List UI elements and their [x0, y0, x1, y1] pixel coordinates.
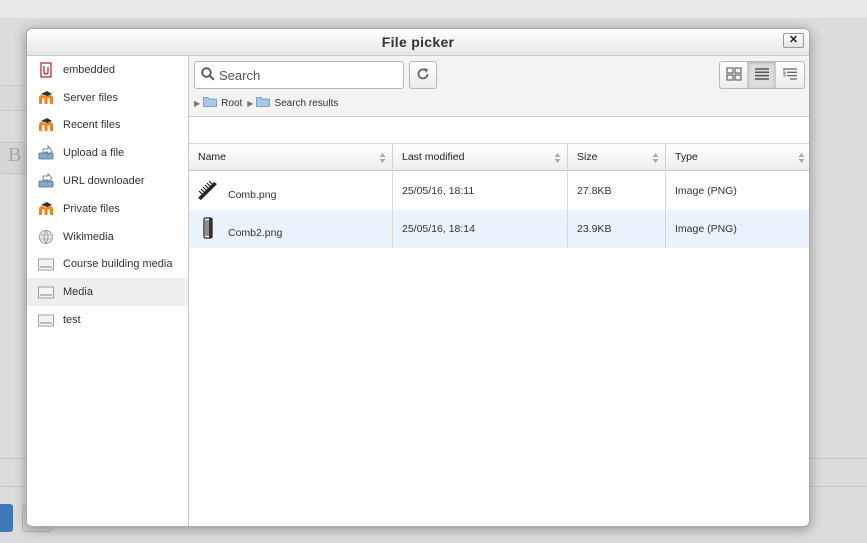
sidebar-item-wikimedia[interactable]: Wikimedia [27, 223, 188, 251]
file-name: Comb2.png [228, 227, 283, 239]
icons-view-button[interactable] [720, 62, 748, 88]
refresh-button[interactable] [409, 61, 437, 89]
folder-icon [203, 96, 218, 110]
file-browser-panel: ▶ Root ▶ Search results Name Last m [189, 56, 809, 526]
table-header: Name Last modified Size Type [189, 143, 809, 171]
sidebar-item-label: Wikimedia [63, 230, 114, 243]
moodle-icon [38, 117, 54, 133]
moodle-icon [38, 201, 54, 217]
sidebar-item-upload-a-file[interactable]: Upload a file [27, 139, 188, 167]
sidebar-item-label: Private files [63, 202, 120, 215]
view-switcher [719, 61, 805, 89]
icons-view-icon [725, 66, 742, 84]
breadcrumb-item-search-results[interactable]: Search results [274, 98, 338, 109]
table-row[interactable]: Comb2.png 25/05/16, 18:14 23.9KB Image (… [189, 210, 809, 248]
background-strip [0, 0, 867, 18]
embedded-icon [38, 62, 54, 78]
sidebar-item-label: test [63, 314, 81, 327]
toolbar: ▶ Root ▶ Search results [189, 56, 809, 117]
refresh-icon [416, 67, 430, 84]
search-box[interactable] [194, 61, 404, 89]
sort-icon [652, 153, 659, 163]
breadcrumb-item-root[interactable]: Root [221, 98, 242, 109]
repository-icon [38, 284, 54, 300]
sidebar-item-media[interactable]: Media [27, 278, 188, 307]
list-view-icon [754, 67, 770, 84]
list-view-button[interactable] [748, 62, 776, 88]
modified-cell: 25/05/16, 18:14 [393, 210, 568, 248]
sidebar-item-url-downloader[interactable]: URL downloader [27, 167, 188, 195]
column-header-type[interactable]: Type [666, 144, 809, 171]
column-header-label: Last modified [402, 151, 465, 163]
file-name-cell: Comb.png [189, 172, 393, 210]
breadcrumb-arrow-icon: ▶ [194, 98, 201, 108]
repository-icon [38, 256, 54, 272]
column-header-label: Size [577, 151, 598, 163]
sort-icon [379, 153, 386, 163]
type-cell: Image (PNG) [675, 223, 737, 235]
sidebar-item-test[interactable]: test [27, 306, 188, 334]
column-header-label: Name [198, 151, 227, 163]
column-header-last-modified[interactable]: Last modified [393, 144, 568, 171]
search-input[interactable] [219, 67, 389, 83]
sort-icon [798, 153, 805, 163]
dialog-title: File picker [381, 34, 455, 50]
comb-thumbnail-icon [196, 178, 220, 202]
sidebar-item-recent-files[interactable]: Recent files [27, 112, 188, 140]
breadcrumb: ▶ Root ▶ Search results [194, 96, 343, 110]
column-header-label: Type [675, 151, 698, 163]
search-icon [201, 66, 215, 84]
breadcrumb-arrow-icon: ▶ [247, 98, 254, 108]
repository-icon [38, 312, 54, 328]
close-button[interactable]: ✕ [783, 33, 804, 48]
file-name: Comb.png [228, 189, 277, 201]
sidebar-item-private-files[interactable]: Private files [27, 195, 188, 223]
type-cell: Image (PNG) [675, 185, 737, 197]
modified-cell: 25/05/16, 18:11 [393, 172, 568, 210]
sidebar-item-server-files[interactable]: Server files [27, 84, 188, 112]
sidebar-item-label: Server files [63, 91, 119, 104]
sidebar-item-label: Media [63, 286, 93, 299]
size-cell: 23.9KB [568, 210, 666, 248]
sidebar-item-label: URL downloader [63, 175, 145, 188]
size-cell: 27.8KB [568, 172, 666, 210]
sidebar-item-label: Recent files [63, 119, 121, 132]
wikimedia-icon [38, 229, 54, 245]
sidebar-item-course-building-media[interactable]: Course building media [27, 251, 188, 279]
bold-icon: B [8, 144, 22, 166]
moodle-icon [38, 90, 54, 106]
tree-view-button[interactable] [776, 62, 804, 88]
sidebar-item-label: Course building media [63, 258, 173, 271]
comb2-thumbnail-icon [196, 216, 220, 240]
sidebar-item-embedded[interactable]: embedded [27, 56, 188, 84]
sidebar-item-label: embedded [63, 63, 115, 76]
background-primary-button [0, 504, 13, 532]
file-name-cell: Comb2.png [189, 210, 393, 248]
upload-icon [38, 145, 54, 161]
url-download-icon [38, 173, 54, 189]
dialog-header: File picker ✕ [27, 29, 809, 56]
sidebar-item-label: Upload a file [63, 147, 125, 160]
column-header-size[interactable]: Size [568, 144, 666, 171]
tree-view-icon [782, 67, 798, 84]
table-row[interactable]: Comb.png 25/05/16, 18:11 27.8KB Image (P… [189, 172, 809, 210]
folder-icon [256, 96, 271, 110]
column-header-name[interactable]: Name [189, 144, 393, 171]
repository-sidebar: embedded Server files Recent files Uploa… [27, 56, 189, 526]
sort-icon [554, 153, 561, 163]
file-picker-dialog: File picker ✕ embedded Server files Rece… [26, 28, 810, 527]
